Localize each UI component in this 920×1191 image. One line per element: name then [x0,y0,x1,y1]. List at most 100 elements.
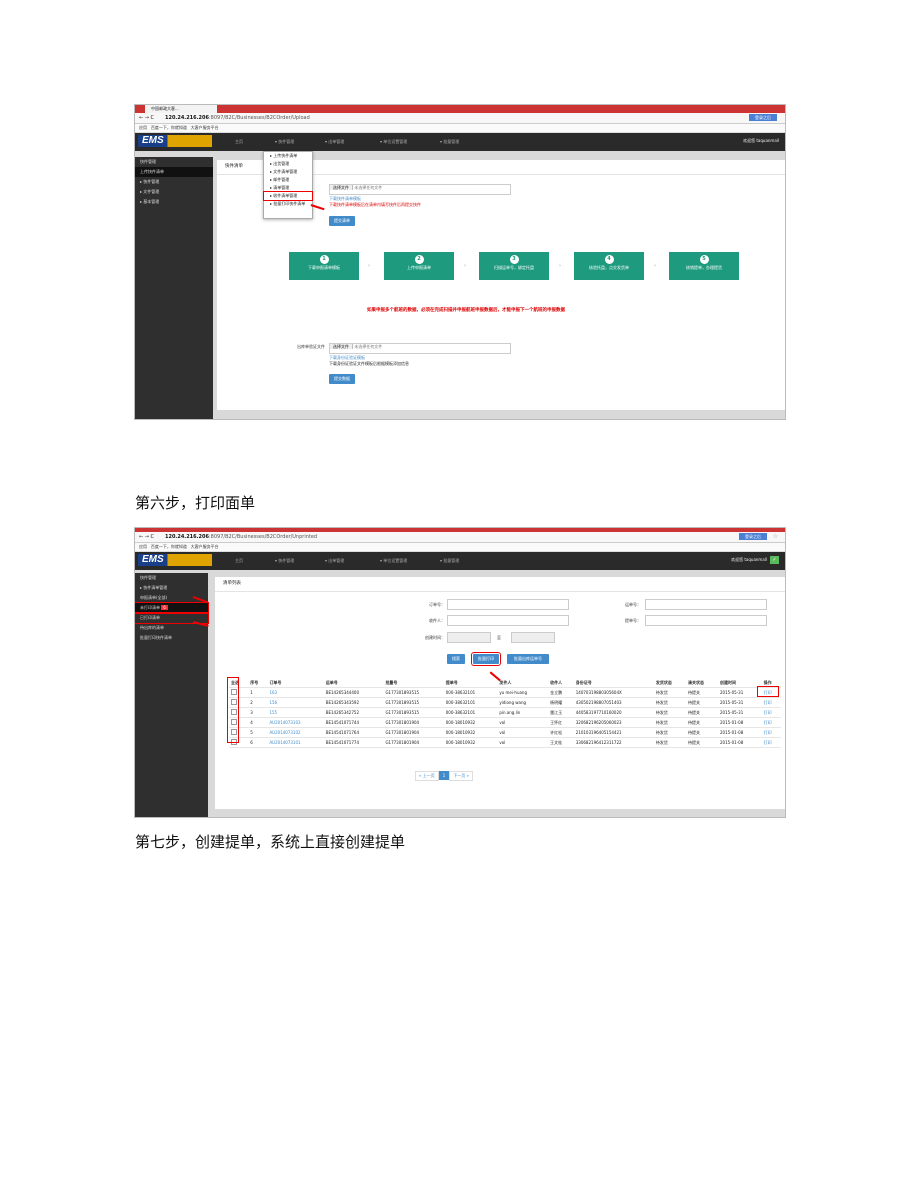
menu-item-shipping[interactable]: ▸ 出货管理 [264,160,312,168]
nav-express[interactable]: ▾ 快件管理 [275,558,294,564]
table-cell: G177301801904 [383,727,444,738]
id-template-note: 下载身份证验证文件模板后根据模板添加信息 [329,361,409,366]
nav-home[interactable]: 主页 [235,558,243,564]
recipient-input[interactable] [447,615,569,626]
step-3: 3 扫描运单号，绑定托盘 [479,252,549,280]
nav-arrows-icon[interactable]: ← → C [139,534,154,540]
menu-item-batch-print[interactable]: ▸ 批量打印快件清单 [264,200,312,208]
main-panel: 清单列表 订单号： 运单号： 收件人： 提单号： 创建时间： 至 搜索 批量打印… [215,577,785,809]
order-no-link[interactable]: 156 [267,697,324,708]
submit-list-button[interactable]: 提交清单 [329,216,355,226]
table-cell: 待提关 [685,717,718,728]
menu-item-receive-list[interactable]: ▸ 收件清单管理 [263,191,313,201]
bookmark-platform[interactable]: 大客户服务平台 [191,544,219,549]
table-cell: 000-38632101 [443,697,498,708]
batch-print-button[interactable]: 批量打印 [471,652,501,666]
recipient-label: 收件人： [429,618,445,623]
nav-unit-settings[interactable]: ▾ 单位设置管理 [380,558,407,564]
bookmark-platform[interactable]: 大客户服务平台 [191,125,219,130]
table-cell: 待发货 [653,707,686,718]
menu-item-mail[interactable]: ▸ 邮件管理 [264,176,312,184]
menu-item-list[interactable]: ▸ 清单管理 [264,184,312,192]
column-header: 提单号 [443,678,498,688]
sidebar-item-batch-print[interactable]: 批量打印快件清单 [135,633,208,643]
orders-table: 全选 序号 订单号 运单号 批量号 提单号 发件人 收件人 身份证号 发货状态 … [229,678,781,748]
print-link[interactable]: 打印 [761,697,781,708]
express-dropdown-menu: ▸ 上传快件清单 ▸ 出货管理 ▸ 文件清单管理 ▸ 邮件管理 ▸ 清单管理 ▸… [263,151,313,219]
sidebar: 快件管理 ▸ 快件清单管理 申报清单(全部) 未打印清单 6 已打印清单 待出库… [135,573,209,817]
menu-item-file-list[interactable]: ▸ 文件清单管理 [264,168,312,176]
column-header: 发件人 [497,678,549,688]
star-icon[interactable]: ☆ [773,533,778,540]
browser-tab[interactable]: 中国邮政大客... [145,105,217,113]
order-no-link[interactable]: 155 [267,707,324,718]
address-bar[interactable]: ← → C 120.24.216.206:8097/B2C/Businesses… [135,113,785,124]
screenshot-upload: 中国邮政大客... ← → C 120.24.216.206:8097/B2C/… [134,104,786,420]
nav-unit-settings[interactable]: ▾ 单位设置管理 [380,139,407,145]
print-link[interactable]: 打印 [761,707,781,718]
nav-batch[interactable]: ▾ 批量管理 [440,139,459,145]
nav-batch[interactable]: ▾ 批量管理 [440,558,459,564]
sidebar-item-list-manage[interactable]: ▸ 快件清单管理 [135,583,208,593]
column-header: 发货状态 [653,678,686,688]
sidebar-item-upload[interactable]: 上传快件清单 [135,167,213,177]
sidebar-header: 快件管理 [140,159,156,164]
print-link[interactable]: 打印 [761,717,781,728]
sidebar-item-files[interactable]: ▸ 文件管理 [135,187,213,197]
sidebar-header: 快件管理 [140,575,156,580]
sidebar-item-unprinted[interactable]: 未打印清单 6 [135,602,209,614]
bookmark-apps[interactable]: 应用 [139,125,147,130]
choose-file-button[interactable]: 选择文件 [330,344,353,349]
table-cell: 2015-05-31 [718,697,762,708]
table-cell: vol [497,717,549,728]
sidebar-item-basic[interactable]: ▸ 基本管理 [135,197,213,207]
top-navigation: EMS 主页 ▾ 快件管理 ▾ 出单管理 ▾ 单位设置管理 ▾ 批量管理 欢迎您… [135,552,785,570]
next-page-button[interactable]: 下一页 » [449,771,473,781]
created-time-label: 创建时间： [425,635,445,640]
print-link[interactable]: 打印 [761,737,781,748]
check-icon[interactable]: ✓ [770,556,779,564]
table-cell: 430502198807051403 [573,697,654,708]
waybill-no-input[interactable] [645,599,767,610]
order-no-link[interactable]: 163 [267,687,324,698]
page-1-button[interactable]: 1 [438,771,450,780]
table-cell: 000-18010932 [443,737,498,748]
order-no-link[interactable]: AU2014073103 [267,717,324,728]
address-bar[interactable]: ← → C 120.24.216.206:8097/B2C/Businesses… [135,532,785,543]
bill-no-input[interactable] [645,615,767,626]
login-button[interactable]: 登录之后 [749,114,777,121]
bookmark-apps[interactable]: 应用 [139,544,147,549]
file-input[interactable]: 选择文件 未选择任何文件 [329,184,511,195]
date-to-input[interactable] [511,632,555,643]
search-button[interactable]: 搜索 [447,654,465,664]
order-no-link[interactable]: AU2014073102 [267,727,324,738]
user-greeting[interactable]: 欢迎您 taquanmall [731,557,767,563]
sidebar-item-pending[interactable]: 待出库的清单 [135,623,208,633]
sidebar-item-express[interactable]: ▸ 快件管理 [135,177,213,187]
nav-orders[interactable]: ▾ 出单管理 [325,139,344,145]
bookmark-baidu[interactable]: 百度一下，你就知道 [151,125,187,130]
login-button[interactable]: 登录之后 [739,533,767,540]
table-cell: 000-38632101 [443,687,498,698]
table-cell: yidiong wang [497,697,549,708]
nav-arrows-icon[interactable]: ← → C [139,115,154,121]
order-no-input[interactable] [447,599,569,610]
id-file-input[interactable]: 选择文件 未选择任何文件 [329,343,511,354]
menu-item-upload[interactable]: ▸ 上传快件清单 [264,152,312,160]
table-cell: 2015-05-31 [718,687,762,698]
nav-express[interactable]: ▾ 快件管理 [275,139,294,145]
nav-home[interactable]: 主页 [235,139,243,145]
date-from-input[interactable] [447,632,491,643]
order-no-link[interactable]: AU2014073101 [267,737,324,748]
bookmark-baidu[interactable]: 百度一下，你就知道 [151,544,187,549]
table-cell: G177301893515 [383,687,444,698]
user-greeting[interactable]: 欢迎您 taquanmall [743,138,779,144]
table-cell: 待提关 [685,727,718,738]
batch-export-button[interactable]: 批量出库运单号 [507,654,549,664]
column-header-sortable[interactable]: 创建时间 [718,678,762,688]
print-link[interactable]: 打印 [761,727,781,738]
submit-data-button[interactable]: 提交数据 [329,374,355,384]
nav-orders[interactable]: ▾ 出单管理 [325,558,344,564]
choose-file-button[interactable]: 选择文件 [330,185,353,190]
prev-page-button[interactable]: « 上一页 [415,771,439,781]
